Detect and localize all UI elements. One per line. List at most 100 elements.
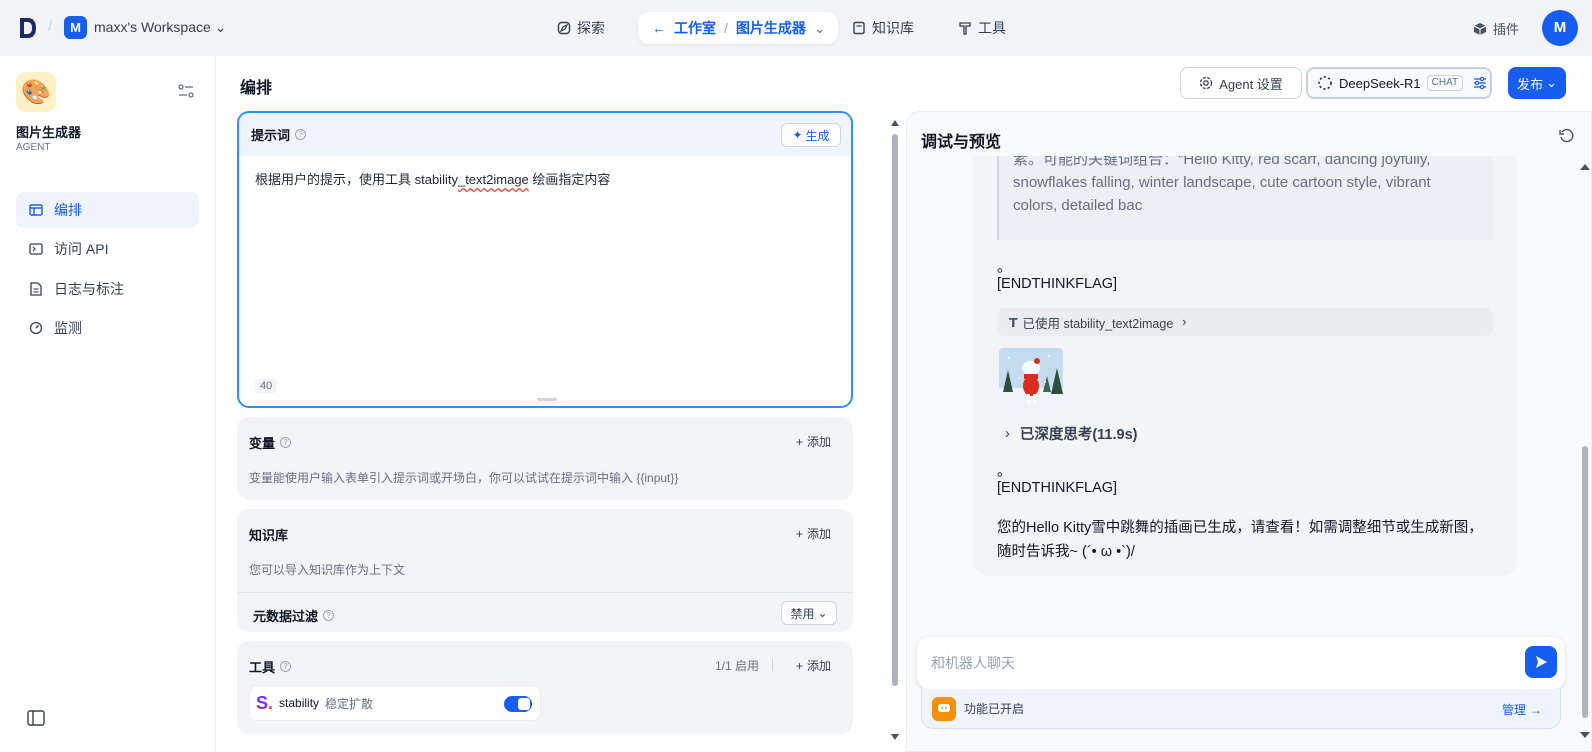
nav-knowledge[interactable]: 知识库 [852,18,914,38]
add-knowledge-button[interactable]: + 添加 [796,525,831,542]
variables-description: 变量能使用户输入表单引入提示词或开场白，你可以试试在提示词中输入 {{input… [249,471,679,485]
prompt-textarea[interactable]: 根据用户的提示，使用工具 stability_text2image 绘画指定内容 [255,169,610,188]
manage-features-link[interactable]: 管理 → [1502,701,1542,718]
resize-handle[interactable] [537,398,557,401]
nav-tools[interactable]: 工具 [958,18,1006,38]
features-bar: 功能已开启 管理 → [921,689,1561,729]
generated-image[interactable] [999,348,1063,412]
publish-button[interactable]: 发布 ⌄ [1508,67,1566,99]
publish-label: 发布 [1517,76,1544,92]
plugins-link[interactable]: 插件 [1473,19,1519,38]
workspace-badge[interactable]: M [64,16,87,39]
scroll-down-arrow-icon[interactable] [891,734,899,740]
prompt-header: 提示词 ? ✦ 生成 [239,113,851,156]
bot-message: 素。可能的关键词组合："Hello Kitty, red scarf, danc… [973,156,1517,576]
message-text: [ENDTHINKFLAG] [997,480,1118,496]
agent-settings-button[interactable]: Agent 设置 [1180,67,1302,99]
quote-line: snowflakes falling, winter landscape, cu… [1013,174,1431,191]
scroll-up-arrow-icon[interactable] [891,120,899,126]
nav-explore[interactable]: 探索 [557,18,605,38]
arrow-right-icon: → [1530,702,1542,717]
feature-icon [932,696,956,721]
send-button[interactable] [1525,646,1557,678]
sidebar-collapse-icon[interactable] [27,710,45,726]
debug-preview-panel: 调试与预览 素。可能的关键词组合："Hello Kitty, red scarf… [906,111,1592,752]
scroll-down-arrow-icon[interactable] [1580,732,1590,738]
app-crumb-label[interactable]: 图片生成器 [736,18,806,38]
scrollbar-thumb[interactable] [892,134,898,686]
sidebar-item-orchestrate[interactable]: 编排 [16,192,199,228]
user-avatar[interactable]: M [1542,10,1578,46]
prompt-label: 提示词 [251,128,291,143]
chat-scrollbar[interactable] [1580,160,1592,752]
sidebar-item-logs[interactable]: 日志与标注 [16,271,199,307]
sliders-icon[interactable] [1473,76,1487,90]
sidebar-item-api[interactable]: 访问 API [16,231,199,267]
nav-studio[interactable]: ← 工作室 / 图片生成器 ⌄ [638,12,838,44]
char-count-badge: 40 [255,379,278,393]
metadata-filter-value: 禁用 [790,606,815,621]
app-name: 图片生成器 [16,125,82,140]
app-type: AGENT [16,142,51,153]
deep-thinking-toggle[interactable]: › 已深度思考(11.9s) [1005,423,1138,444]
manage-label: 管理 [1501,703,1526,717]
compass-icon [557,21,571,35]
message-text: 。 [997,260,1012,276]
metadata-filter-label: 元数据过滤 [253,609,319,624]
gauge-icon [28,320,44,336]
hammer-icon [959,22,971,35]
help-icon[interactable]: ? [323,610,335,621]
chevron-right-icon: › [1182,315,1187,329]
workspace-switcher[interactable]: maxx's Workspace ⌄ [94,19,226,36]
nav-explore-label: 探索 [577,20,605,36]
add-label: 添加 [806,435,831,449]
file-icon [28,281,44,297]
tool-used-indicator[interactable]: ꓔ 已使用 stability_text2image › [997,308,1493,336]
prompt-editor[interactable]: 提示词 ? ✦ 生成 根据用户的提示，使用工具 stability_text2i… [237,111,853,408]
generate-prompt-button[interactable]: ✦ 生成 [781,123,841,147]
scroll-up-arrow-icon[interactable] [1580,164,1590,170]
chat-input-box[interactable] [917,637,1565,689]
help-icon[interactable]: ? [280,661,292,672]
prompt-text-part: 绘画指定内容 [528,172,611,187]
page-title: 编排 [240,80,273,97]
tool-enable-toggle[interactable] [504,696,532,712]
scrollbar-thumb[interactable] [1582,446,1588,718]
add-tool-button[interactable]: + 添加 [796,657,831,674]
chevron-down-icon: ⌄ [817,606,828,620]
quote-line: 素。可能的关键词组合："Hello Kitty, red scarf, danc… [1013,156,1431,168]
editor-scrollbar[interactable] [891,120,899,740]
model-name: DeepSeek-R1 [1339,75,1421,91]
workspace-name: maxx's Workspace [94,19,211,35]
plus-icon: + [795,526,803,541]
knowledge-title: 知识库 [249,528,289,543]
help-icon[interactable]: ? [295,129,307,140]
nav-knowledge-label: 知识库 [872,20,914,36]
chevron-down-icon[interactable]: ⌄ [814,20,826,37]
tools-section: 工具 ? 1/1 启用 + 添加 S. stability 稳定扩散 [237,641,853,734]
quote-line: colors, detailed bac [1013,197,1143,214]
nav-studio-label[interactable]: 工作室 [674,18,716,38]
chevron-right-icon: › [1005,425,1010,442]
settings-sliders-icon[interactable] [178,84,194,98]
feature-status: 功能已开启 [964,702,1025,716]
deepseek-model-icon [1318,76,1332,90]
variables-title: 变量 ? [249,433,292,452]
add-variable-button[interactable]: + 添加 [796,433,831,450]
breadcrumb-slash: / [48,18,53,35]
sidebar-item-label: 访问 API [54,241,109,257]
dify-logo-icon[interactable] [18,16,38,40]
app-sidebar: 🎨 图片生成器 AGENT 编排 访问 API 日志与标注 监测 [0,56,216,752]
refresh-icon[interactable] [1559,128,1575,144]
metadata-filter-select[interactable]: 禁用 ⌄ [781,601,837,625]
knowledge-description: 您可以导入知识库作为上下文 [249,563,406,577]
chevron-down-icon: ⌄ [214,19,227,35]
chat-input[interactable] [931,651,1491,675]
tool-used-label: 已使用 stability_text2image [1022,316,1174,331]
agent-settings-label: Agent 设置 [1219,76,1283,92]
message-text: [ENDTHINKFLAG] [997,276,1118,292]
help-icon[interactable]: ? [280,437,292,448]
model-selector[interactable]: DeepSeek-R1 CHAT [1306,67,1492,99]
tool-item-stability[interactable]: S. stability 稳定扩散 [249,685,541,721]
sidebar-item-monitor[interactable]: 监测 [16,310,199,346]
